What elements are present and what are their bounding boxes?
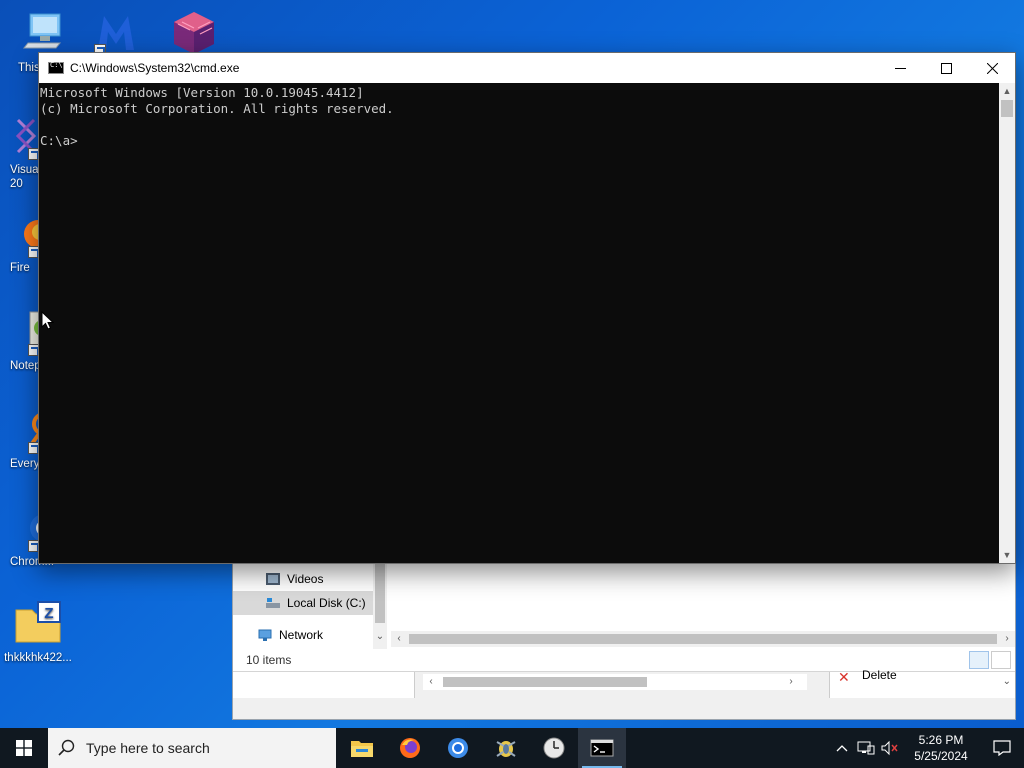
computer-icon (16, 10, 64, 58)
cmd-icon (590, 739, 614, 757)
scroll-down-arrow-icon[interactable]: ▼ (999, 547, 1015, 563)
terminal-prompt: C:\a> (40, 133, 78, 148)
file-explorer-window[interactable]: Videos Local Disk (C:) Network ⌄ ‹ › 10 … (232, 560, 1016, 720)
notification-icon (993, 740, 1011, 756)
bug-tool-icon (496, 741, 516, 757)
ribbon-fragment: ✕ Delete ⌄ (829, 668, 1015, 698)
zip-folder-icon: Z (14, 600, 62, 648)
taskbar-app-firefox[interactable] (386, 728, 434, 768)
scroll-down-arrow-icon[interactable]: ⌄ (372, 629, 388, 645)
taskbar-app-file-explorer[interactable] (338, 728, 386, 768)
nav-item-local-disk[interactable]: Local Disk (C:) (233, 591, 373, 615)
desktop-icon-zip-folder[interactable]: Z thkkkhk422... (0, 600, 76, 665)
scroll-left-arrow-icon[interactable]: ‹ (391, 631, 407, 647)
nav-item-network[interactable]: Network (233, 623, 373, 647)
svg-text:Z: Z (44, 605, 53, 622)
delete-icon: ✕ (838, 669, 850, 685)
volume-muted-icon[interactable] (878, 728, 902, 768)
minimize-button[interactable] (877, 53, 923, 83)
scroll-right-arrow-icon[interactable]: › (999, 631, 1015, 647)
cube-app-icon (170, 8, 218, 56)
system-tray: 5:26 PM 5/25/2024 (830, 728, 1024, 768)
maximize-button[interactable] (923, 53, 969, 83)
nav-item-videos[interactable]: Videos (233, 567, 373, 591)
scrollbar-thumb[interactable] (375, 563, 385, 623)
lower-pane-left (233, 672, 415, 698)
scrollbar-thumb[interactable] (443, 677, 647, 687)
terminal-line: Microsoft Windows [Version 10.0.19045.44… (40, 85, 364, 100)
terminal-output[interactable]: Microsoft Windows [Version 10.0.19045.44… (39, 83, 999, 563)
search-placeholder: Type here to search (86, 740, 210, 756)
chevron-down-icon[interactable]: ⌄ (1003, 676, 1011, 687)
nav-item-label: Local Disk (C:) (287, 596, 366, 610)
network-icon[interactable] (854, 728, 878, 768)
close-button[interactable] (969, 53, 1015, 83)
scrollbar-thumb[interactable] (1001, 100, 1013, 117)
taskbar-app-clock[interactable] (530, 728, 578, 768)
terminal-line: (c) Microsoft Corporation. All rights re… (40, 101, 394, 116)
mouse-cursor-icon (41, 311, 55, 330)
desktop-icon-label: thkkkhk422... (4, 652, 72, 664)
lower-horizontal-scrollbar[interactable]: ‹ › (423, 674, 807, 690)
scroll-left-arrow-icon[interactable]: ‹ (423, 674, 439, 690)
navigation-pane-scrollbar[interactable]: ⌄ (373, 561, 387, 649)
taskbar-app-cmd[interactable] (578, 728, 626, 768)
window-title: C:\Windows\System32\cmd.exe (70, 61, 240, 75)
scroll-right-arrow-icon[interactable]: › (783, 674, 799, 690)
search-icon (58, 739, 75, 756)
navigation-pane: Videos Local Disk (C:) Network (233, 561, 373, 651)
firefox-icon (400, 738, 420, 758)
drive-icon (266, 598, 280, 608)
network-icon (258, 629, 272, 641)
videos-folder-icon (266, 573, 280, 585)
action-center-button[interactable] (980, 728, 1024, 768)
clock-icon (543, 737, 565, 759)
nav-item-label: Videos (287, 572, 324, 586)
start-button[interactable] (0, 728, 48, 768)
maximize-icon (940, 62, 952, 74)
show-hidden-icons-chevron-icon[interactable] (830, 728, 854, 768)
scroll-up-arrow-icon[interactable]: ▲ (999, 83, 1015, 99)
large-icons-view-button[interactable] (991, 651, 1011, 669)
minimize-icon (894, 67, 906, 69)
cmd-titlebar[interactable]: C:\Windows\System32\cmd.exe (39, 53, 1015, 83)
lower-pane: ‹ › ✕ Delete ⌄ (233, 668, 1015, 719)
close-icon (986, 62, 998, 74)
taskbar: Type here to search 5:26 PM 5/25/2024 (0, 728, 1024, 768)
taskbar-app-chrome[interactable] (434, 728, 482, 768)
details-view-button[interactable] (969, 651, 989, 669)
window-controls (877, 53, 1015, 83)
clock-time: 5:26 PM (918, 733, 964, 747)
taskbar-clock[interactable]: 5:26 PM 5/25/2024 (902, 732, 980, 764)
cmd-window[interactable]: C:\Windows\System32\cmd.exe Microsoft Wi… (38, 52, 1016, 564)
content-horizontal-scrollbar[interactable]: ‹ › (391, 631, 1015, 647)
ribbon-delete-button[interactable]: Delete (862, 668, 897, 682)
terminal-scrollbar[interactable]: ▲ ▼ (999, 83, 1015, 563)
cmd-app-icon[interactable] (48, 61, 64, 74)
clock-date: 5/25/2024 (914, 749, 968, 763)
taskbar-app-bug-tool[interactable] (482, 728, 530, 768)
malwarebytes-icon (92, 8, 140, 56)
scrollbar-thumb[interactable] (409, 634, 997, 644)
status-bar: 10 items (233, 649, 1015, 671)
nav-item-label: Network (279, 628, 324, 642)
folder-icon (351, 741, 373, 757)
windows-logo-icon (16, 740, 32, 756)
chrome-icon (448, 738, 468, 758)
taskbar-search-box[interactable]: Type here to search (48, 728, 336, 768)
item-count: 10 items (246, 653, 292, 667)
